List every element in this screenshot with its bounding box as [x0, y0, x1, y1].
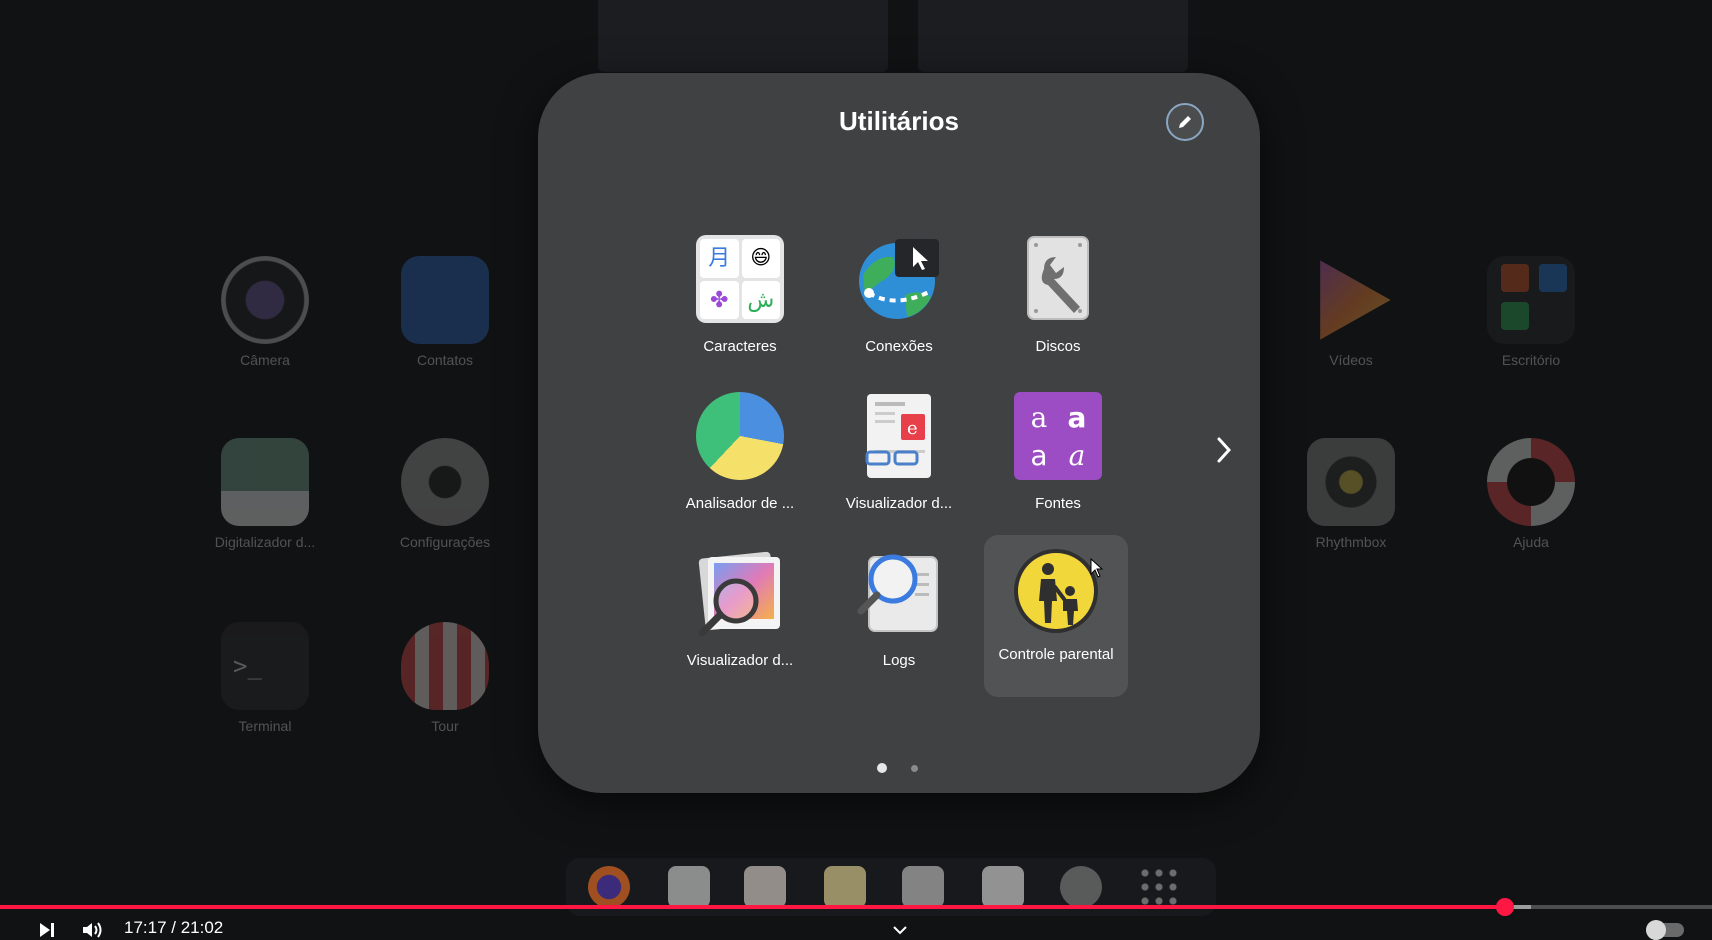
bg-app-label: Ajuda	[1513, 534, 1549, 550]
app-fonts[interactable]: a a a a Fontes	[986, 380, 1130, 540]
app-image-viewer[interactable]: Visualizador d...	[668, 537, 812, 697]
chevron-right-icon	[1217, 437, 1232, 463]
skip-next-icon	[40, 923, 54, 937]
image-viewer-icon	[696, 549, 784, 637]
bg-app-label: Escritório	[1501, 352, 1561, 368]
camera-icon	[221, 256, 309, 344]
bg-app-label: Contatos	[416, 352, 474, 368]
volume-icon	[83, 922, 102, 938]
contacts-icon	[401, 256, 489, 344]
page-indicator-1[interactable]	[877, 763, 887, 773]
office-folder-icon	[1487, 256, 1575, 344]
disk-usage-analyzer-icon	[696, 392, 784, 480]
toggle-knob	[1646, 920, 1666, 940]
edit-folder-button[interactable]	[1166, 103, 1204, 141]
rhythmbox-icon	[1307, 438, 1395, 526]
next-video-button[interactable]	[38, 920, 56, 940]
bg-app-help[interactable]: Ajuda	[1456, 438, 1606, 550]
app-label: Discos	[1035, 338, 1081, 355]
app-connections[interactable]: Conexões	[827, 223, 971, 383]
progress-bar[interactable]	[0, 898, 1712, 916]
bg-app-label: Vídeos	[1329, 352, 1373, 368]
characters-icon: 月 😄 ✤ ش	[696, 235, 784, 323]
bg-app-label: Rhythmbox	[1315, 534, 1387, 550]
bg-app-camera[interactable]: Câmera	[190, 256, 340, 368]
bg-app-label: Configurações	[399, 534, 491, 550]
chevron-down-icon	[893, 926, 907, 935]
bg-app-label: Digitalizador d...	[214, 534, 316, 550]
workspace-thumbnail-left	[598, 0, 888, 72]
terminal-prompt: >_	[233, 652, 262, 680]
bg-app-label: Tour	[431, 718, 459, 734]
page-indicator-2[interactable]	[911, 765, 918, 772]
app-label: Conexões	[865, 338, 933, 355]
volume-button[interactable]	[82, 920, 104, 940]
parental-controls-icon	[1012, 547, 1100, 635]
pencil-icon	[1179, 116, 1191, 128]
svg-text:e: e	[907, 418, 918, 439]
app-disks[interactable]: Discos	[986, 223, 1130, 383]
video-player-controls: 17:17 / 21:02	[0, 888, 1712, 940]
bg-app-label: Terminal	[238, 718, 292, 734]
bg-app-scanner[interactable]: Digitalizador d...	[190, 438, 340, 550]
bg-app-label: Câmera	[240, 352, 290, 368]
scanner-icon	[221, 438, 309, 526]
videos-icon	[1320, 260, 1391, 340]
bg-app-rhythmbox[interactable]: Rhythmbox	[1276, 438, 1426, 550]
app-parental-controls[interactable]: Controle parental	[984, 535, 1128, 697]
characters-glyph-2: 😄	[741, 239, 780, 278]
mouse-cursor-icon	[1090, 558, 1104, 578]
fonts-glyph-1: a	[1030, 400, 1048, 434]
app-label: Visualizador d...	[686, 652, 794, 669]
bg-app-tour[interactable]: Tour	[370, 622, 520, 734]
app-disk-usage-analyzer[interactable]: Analisador de ...	[668, 380, 812, 540]
tour-icon	[401, 622, 489, 710]
autoplay-toggle[interactable]	[1646, 920, 1684, 940]
app-label: Analisador de ...	[685, 495, 795, 512]
logs-icon	[855, 549, 943, 637]
bg-app-videos[interactable]: Vídeos	[1276, 256, 1426, 368]
fonts-glyph-3: a	[1030, 438, 1048, 472]
characters-glyph-4: ش	[741, 280, 780, 319]
app-document-viewer[interactable]: e Visualizador d...	[827, 380, 971, 540]
more-options-button[interactable]	[892, 920, 908, 940]
folder-title: Utilitários	[839, 106, 959, 136]
bg-app-settings[interactable]: Configurações	[370, 438, 520, 550]
fonts-icon: a a a a	[1014, 392, 1102, 480]
next-page-button[interactable]	[1210, 433, 1238, 467]
app-label: Logs	[882, 652, 916, 669]
bg-app-office[interactable]: Escritório	[1456, 256, 1606, 368]
connections-icon	[855, 235, 943, 323]
characters-glyph-3: ✤	[700, 280, 739, 319]
disks-icon	[1014, 235, 1102, 323]
app-label: Controle parental	[998, 646, 1114, 663]
fonts-glyph-4: a	[1068, 438, 1086, 472]
app-label: Fontes	[1035, 495, 1081, 512]
progress-played	[0, 905, 1505, 909]
app-characters[interactable]: 月 😄 ✤ ش Caracteres	[668, 223, 812, 383]
document-viewer-icon: e	[855, 392, 943, 480]
settings-icon	[401, 438, 489, 526]
folder-popup: Utilitários 月 😄 ✤ ش Caracteres Conexões …	[538, 73, 1260, 793]
app-logs[interactable]: Logs	[827, 537, 971, 697]
app-label: Caracteres	[703, 338, 777, 355]
app-label: Visualizador d...	[845, 495, 953, 512]
toggle-track	[1646, 920, 1684, 940]
bg-app-terminal[interactable]: >_ Terminal	[190, 622, 340, 734]
progress-scrubber[interactable]	[1495, 898, 1514, 916]
fonts-glyph-2: a	[1067, 400, 1087, 434]
terminal-icon: >_	[221, 622, 309, 710]
characters-glyph-1: 月	[700, 239, 739, 278]
workspace-thumbnail-right	[918, 0, 1188, 72]
bg-app-contacts[interactable]: Contatos	[370, 256, 520, 368]
help-icon	[1487, 438, 1575, 526]
time-display: 17:17 / 21:02	[124, 918, 224, 937]
